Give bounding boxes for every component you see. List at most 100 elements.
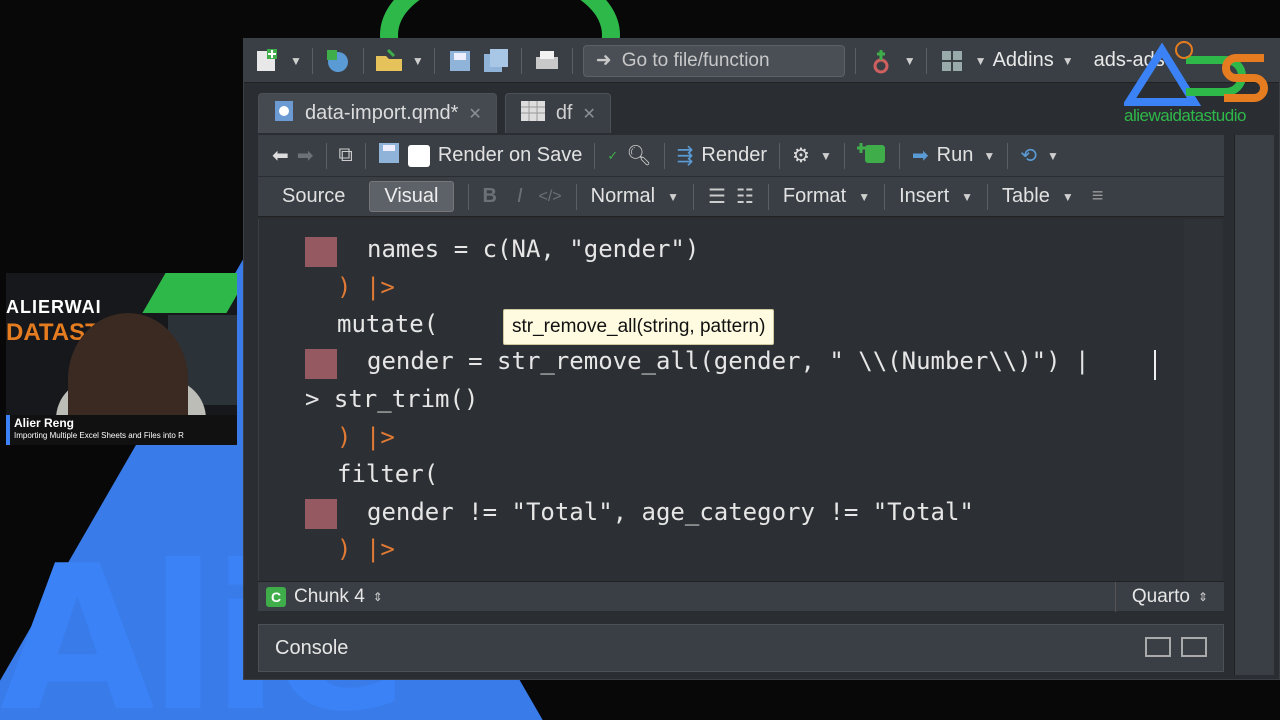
code-line: filter( <box>337 460 439 488</box>
print-icon[interactable] <box>532 46 562 76</box>
chevron-down-icon[interactable]: ▼ <box>858 190 870 204</box>
divider <box>987 183 989 210</box>
function-signature-tooltip: str_remove_all(string, pattern) <box>503 309 775 345</box>
chevron-down-icon[interactable]: ▼ <box>412 54 424 68</box>
chevron-down-icon[interactable]: ▼ <box>975 54 987 68</box>
updown-icon[interactable]: ⇕ <box>373 590 383 604</box>
code-line: ) |> <box>337 273 395 301</box>
divider <box>362 47 364 74</box>
code-editor[interactable]: names = c(NA, "gender") ) |> mutate( gen… <box>258 219 1224 581</box>
render-on-save-label: Render on Save <box>437 144 583 166</box>
show-in-window-icon[interactable]: ⧉ <box>339 144 353 167</box>
chevron-down-icon[interactable]: ▼ <box>983 149 995 163</box>
outline-icon[interactable]: ≡ <box>1092 185 1104 208</box>
code-line: gender != "Total", age_category != "Tota… <box>367 498 974 526</box>
visual-mode-button[interactable]: Visual <box>369 181 454 212</box>
divider <box>843 142 845 169</box>
run-button[interactable]: Run <box>937 144 974 167</box>
chunk-line-marker <box>305 499 337 529</box>
render-on-save-checkbox[interactable] <box>407 144 430 167</box>
italic-button[interactable]: I <box>517 185 523 208</box>
chevron-down-icon[interactable]: ▼ <box>904 54 916 68</box>
go-to-file-placeholder: Go to file/function <box>621 49 770 71</box>
chunk-icon: C <box>266 586 286 607</box>
divider <box>925 47 927 74</box>
new-project-icon[interactable] <box>323 46 353 76</box>
code-button[interactable]: </> <box>539 188 562 206</box>
chevron-down-icon[interactable]: ▼ <box>1062 54 1074 68</box>
code-line: gender = str_remove_all(gender, " \\(Num… <box>367 347 1090 375</box>
tab-df[interactable]: df ✕ <box>504 93 611 133</box>
divider <box>1007 142 1009 169</box>
format-menu[interactable]: Format <box>783 185 846 208</box>
save-icon[interactable] <box>378 142 400 170</box>
ads-logo-icon <box>1121 41 1268 106</box>
divider <box>575 183 577 210</box>
insert-chunk-icon[interactable] <box>855 141 887 171</box>
chevron-down-icon[interactable]: ▼ <box>1062 190 1074 204</box>
save-icon[interactable] <box>445 46 475 76</box>
run-icon: ➡ <box>911 145 929 167</box>
video-subtitle: Importing Multiple Excel Sheets and File… <box>14 431 184 440</box>
save-all-icon[interactable] <box>481 46 511 76</box>
chevron-down-icon[interactable]: ▼ <box>290 54 302 68</box>
brand-watermark: aliewaidatastudio <box>1121 40 1274 130</box>
addins-menu[interactable]: Addins <box>993 49 1054 72</box>
code-area[interactable]: names = c(NA, "gender") ) |> mutate( gen… <box>259 219 1224 581</box>
chunk-navigator[interactable]: Chunk 4 <box>294 586 365 608</box>
divider <box>854 47 856 74</box>
close-icon[interactable]: ✕ <box>468 104 481 124</box>
go-to-file-input[interactable]: ➜ Go to file/function <box>582 44 845 77</box>
presenter-video: ALIERWAI DATAST Alier Reng Importing Mul… <box>6 273 237 445</box>
tab-data-import[interactable]: data-import.qmd* ✕ <box>258 93 497 133</box>
divider <box>364 142 366 169</box>
source-mode-button[interactable]: Source <box>268 182 359 211</box>
console-pane[interactable]: Console <box>258 624 1224 672</box>
grid-layout-icon[interactable] <box>937 46 967 76</box>
editor-tabs: data-import.qmd* ✕ df ✕ <box>258 93 611 133</box>
text-cursor <box>1154 350 1156 380</box>
arrow-right-icon: ➜ <box>595 50 612 71</box>
pane-controls <box>1145 637 1207 657</box>
back-arrow-icon[interactable]: ⬅ <box>272 143 289 168</box>
gear-icon[interactable]: ⚙ <box>792 143 810 168</box>
search-icon[interactable]: 🔍︎ <box>626 143 651 168</box>
git-icon[interactable] <box>866 46 896 76</box>
lower-third: Alier Reng Importing Multiple Excel Shee… <box>6 415 237 445</box>
maximize-pane-icon[interactable] <box>1181 637 1207 657</box>
presenter-name: Alier Reng <box>14 416 75 430</box>
divider <box>884 183 886 210</box>
right-pane-collapsed[interactable] <box>1234 135 1274 675</box>
chevron-down-icon[interactable]: ▼ <box>1047 149 1059 163</box>
file-icon <box>273 99 295 129</box>
table-menu[interactable]: Table <box>1002 185 1050 208</box>
insert-menu[interactable]: Insert <box>899 185 949 208</box>
rstudio-window: ▼ ▼ ➜ Go to file/function ▼ ▼ Addins ▼ a… <box>243 38 1280 680</box>
code-line: mutate( <box>337 310 439 338</box>
restore-pane-icon[interactable] <box>1145 637 1171 657</box>
divider <box>325 142 327 169</box>
style-dropdown[interactable]: Normal <box>591 185 655 208</box>
forward-arrow-icon[interactable]: ➡ <box>297 143 314 168</box>
rerun-icon[interactable]: ⟲ <box>1020 143 1037 168</box>
lower-third-accent <box>6 415 10 445</box>
bullet-list-icon[interactable]: ☰ <box>708 184 726 209</box>
chevron-down-icon[interactable]: ▼ <box>667 190 679 204</box>
chevron-down-icon[interactable]: ▼ <box>961 190 973 204</box>
close-icon[interactable]: ✕ <box>583 104 596 124</box>
spellcheck-icon[interactable]: ✓ <box>607 148 618 164</box>
new-file-icon[interactable] <box>252 46 282 76</box>
divider <box>663 142 665 169</box>
numbered-list-icon[interactable]: ☷ <box>736 184 754 209</box>
document-type-label: Quarto <box>1131 586 1190 607</box>
bold-button[interactable]: B <box>483 185 497 208</box>
divider <box>571 47 573 74</box>
code-line: names = c(NA, "gender") <box>367 235 700 263</box>
open-folder-icon[interactable] <box>374 46 404 76</box>
divider <box>693 183 694 210</box>
chevron-down-icon[interactable]: ▼ <box>820 149 832 163</box>
render-button[interactable]: Render <box>701 144 767 167</box>
editor-scrollbar[interactable] <box>1184 219 1222 581</box>
document-type-selector[interactable]: Quarto ⇕ <box>1114 582 1224 612</box>
code-line: ) |> <box>337 423 395 451</box>
